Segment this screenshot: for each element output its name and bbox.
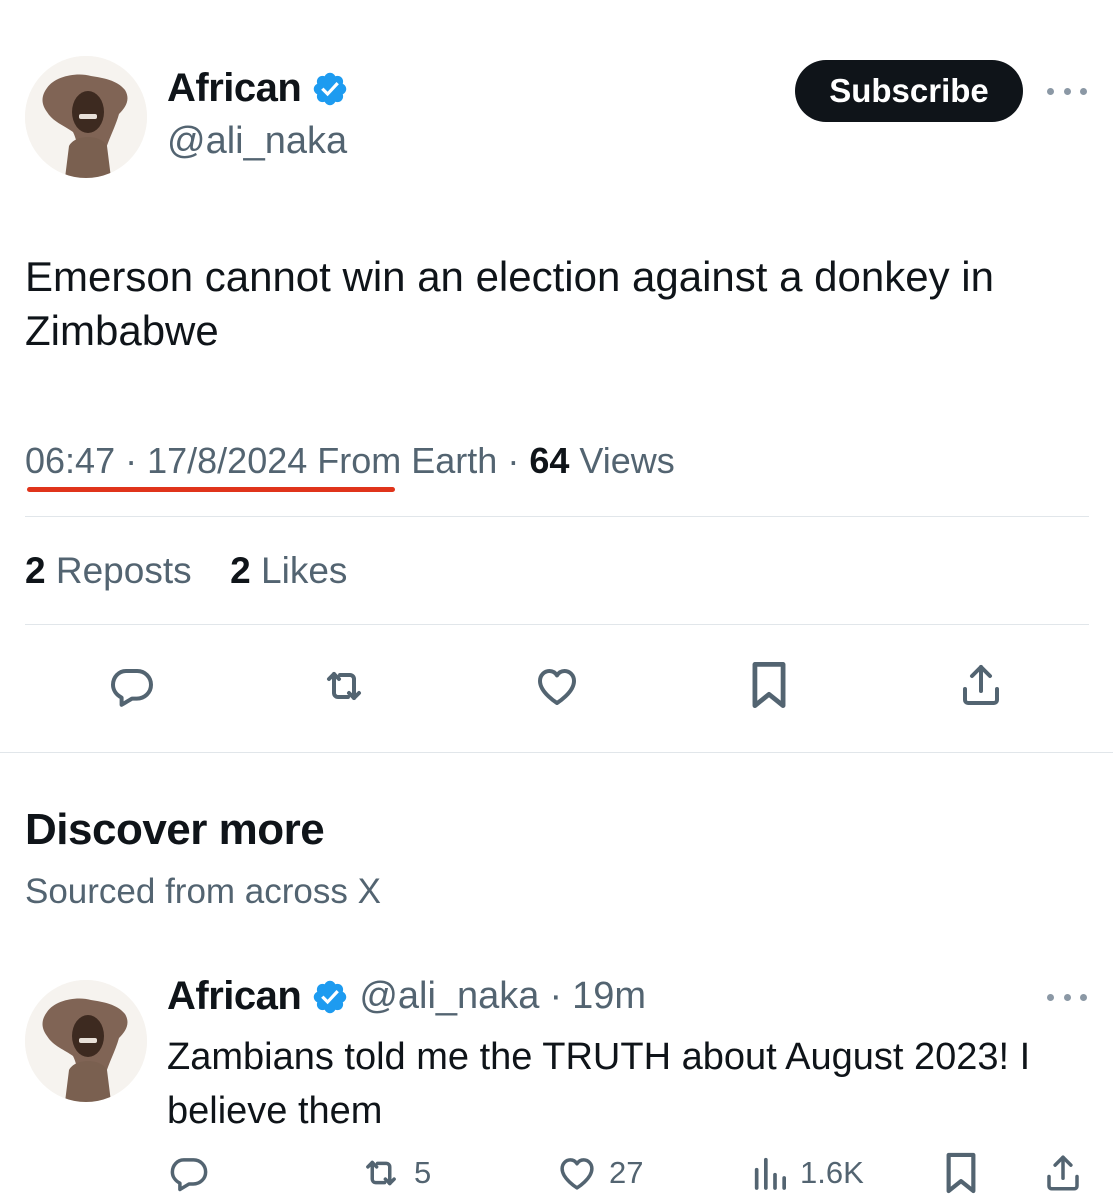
- divider: [25, 516, 1089, 517]
- tweet-source: From Earth: [317, 440, 498, 481]
- related-views-button[interactable]: 1.6K: [750, 1152, 864, 1194]
- meta-separator: ·: [125, 440, 148, 481]
- like-button[interactable]: [530, 660, 584, 712]
- repost-button[interactable]: [316, 660, 372, 712]
- related-share-button[interactable]: [1042, 1150, 1084, 1196]
- author-handle[interactable]: @ali_naka: [167, 120, 347, 163]
- related-more-options-icon[interactable]: [1047, 987, 1087, 1007]
- meta-separator: ·: [549, 975, 563, 1017]
- share-button[interactable]: [955, 658, 1007, 712]
- verified-badge-icon: [314, 72, 347, 105]
- related-bookmark-button[interactable]: [942, 1150, 980, 1196]
- author-name-row[interactable]: African: [167, 66, 349, 111]
- heart-icon: [560, 1158, 594, 1190]
- related-like-button[interactable]: 27: [555, 1152, 643, 1194]
- reply-button[interactable]: [106, 660, 158, 712]
- reply-icon: [170, 1158, 208, 1192]
- related-views-count: 1.6K: [800, 1155, 864, 1190]
- repost-icon: [366, 1160, 396, 1186]
- related-tweet-text[interactable]: Zambians told me the TRUTH about August …: [167, 1030, 1097, 1138]
- related-reposts-count: 5: [414, 1155, 432, 1190]
- avatar-image: [25, 56, 147, 178]
- author-avatar[interactable]: [25, 56, 147, 178]
- likes-stat[interactable]: 2 Likes: [230, 550, 347, 591]
- subscribe-button[interactable]: Subscribe: [795, 60, 1023, 122]
- related-tweet-age[interactable]: 19m: [572, 975, 646, 1018]
- tweet-text: Emerson cannot win an election against a…: [25, 253, 994, 354]
- likes-count: 2: [230, 550, 251, 591]
- analytics-icon: [754, 1157, 786, 1190]
- reposts-label: Reposts: [55, 550, 192, 591]
- discover-subtitle: Sourced from across X: [25, 872, 381, 911]
- related-author-name[interactable]: African: [167, 974, 302, 1019]
- verified-badge-icon: [314, 980, 347, 1013]
- tweet-date[interactable]: 17/8/2024: [147, 440, 307, 481]
- likes-label: Likes: [261, 550, 348, 591]
- related-author-handle[interactable]: @ali_naka: [359, 975, 539, 1018]
- avatar-image: [25, 980, 147, 1102]
- divider: [25, 624, 1089, 625]
- views-count: 64: [529, 440, 570, 481]
- section-divider: [0, 752, 1113, 753]
- reposts-stat[interactable]: 2 Reposts: [25, 550, 192, 591]
- share-icon: [963, 665, 999, 705]
- bookmark-icon: [752, 662, 786, 708]
- share-icon: [1047, 1155, 1079, 1191]
- views-label: Views: [579, 440, 675, 481]
- heart-icon: [538, 669, 576, 705]
- bookmark-icon: [946, 1152, 976, 1194]
- related-author-avatar[interactable]: [25, 980, 147, 1102]
- related-header-row: African @ali_naka · 19m: [167, 974, 646, 1019]
- author-name[interactable]: African: [167, 66, 302, 111]
- annotation-underline: [27, 487, 395, 492]
- reply-icon: [111, 669, 153, 707]
- tweet-time[interactable]: 06:47: [25, 440, 115, 481]
- bookmark-button[interactable]: [744, 658, 794, 712]
- tweet-stats: 2 Reposts 2 Likes: [25, 550, 347, 592]
- repost-icon: [327, 672, 361, 700]
- more-options-icon[interactable]: [1047, 81, 1087, 101]
- discover-title: Discover more: [25, 805, 325, 854]
- meta-separator: ·: [507, 440, 530, 481]
- related-likes-count: 27: [609, 1155, 644, 1190]
- related-repost-button[interactable]: 5: [358, 1152, 431, 1194]
- reposts-count: 2: [25, 550, 46, 591]
- tweet-meta: 06:47 · 17/8/2024 From Earth · 64 Views: [25, 440, 675, 482]
- related-reply-button[interactable]: [168, 1152, 210, 1194]
